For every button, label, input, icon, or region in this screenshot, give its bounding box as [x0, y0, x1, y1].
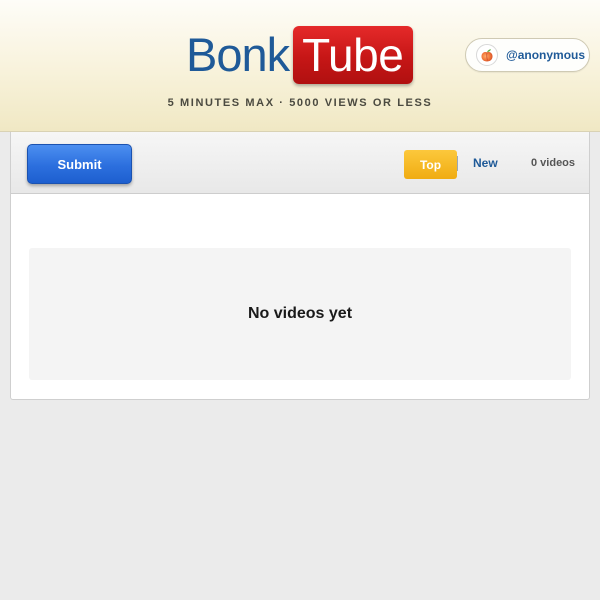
logo-bonk-text: Bonk: [186, 28, 290, 81]
username-label: @anonymous: [506, 48, 586, 62]
tab-top[interactable]: Top: [404, 150, 457, 179]
video-count: 0 videos: [531, 157, 576, 169]
logo-tube-text: Tube: [293, 26, 414, 84]
empty-state-message: No videos yet: [247, 305, 353, 322]
user-menu-button[interactable]: @anonymous: [465, 38, 590, 72]
submit-button[interactable]: Submit: [27, 144, 132, 184]
tab-divider: [457, 156, 458, 171]
site-tagline: 5 MINUTES MAX · 5000 VIEWS OR LESS: [167, 97, 433, 109]
site-logo[interactable]: Bonk Tube: [186, 26, 414, 86]
peach-icon: [476, 44, 498, 66]
empty-state: No videos yet: [29, 248, 571, 380]
list-toolbar: Submit Top New 0 videos: [11, 132, 589, 194]
video-list-panel: Submit Top New 0 videos No videos yet: [10, 132, 590, 400]
tab-new[interactable]: New: [473, 156, 498, 170]
site-header: Bonk Tube 5 MINUTES MAX · 5000 VIEWS OR …: [0, 0, 600, 132]
